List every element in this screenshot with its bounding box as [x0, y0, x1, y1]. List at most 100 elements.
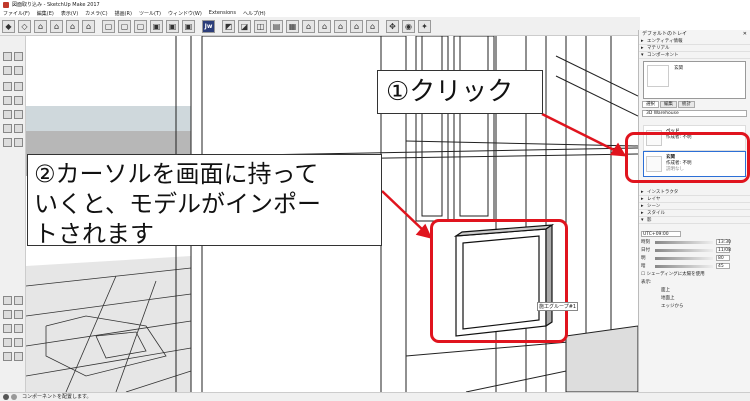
- house-left-icon[interactable]: ⌂: [366, 19, 379, 33]
- section-icon[interactable]: [3, 296, 12, 305]
- arc-icon[interactable]: [3, 124, 12, 133]
- menu-window[interactable]: ウィンドウ(W): [168, 10, 202, 17]
- line-icon[interactable]: [3, 82, 12, 91]
- panel-components[interactable]: コンポーネント: [639, 52, 750, 59]
- status-bar: コンポーネントを配置します。: [0, 392, 750, 401]
- step1-callout: ①クリック: [377, 70, 543, 114]
- shadow-settings: UTC+09:00 時刻 13:30 日付 11/08 明 80 暗 45 ☐ …: [641, 230, 749, 310]
- menu-camera[interactable]: カメラ(C): [85, 10, 107, 17]
- timezone-select[interactable]: UTC+09:00: [641, 231, 681, 237]
- arc2-icon[interactable]: [14, 124, 23, 133]
- left-view-icon[interactable]: ⌂: [82, 19, 95, 33]
- house-icon[interactable]: ⌂: [302, 19, 315, 33]
- jw-plugin-button[interactable]: Jw: [202, 19, 215, 33]
- warehouse-search-input[interactable]: 3D Warehouse: [642, 110, 747, 117]
- rotated-rect-icon[interactable]: [14, 96, 23, 105]
- textured-icon[interactable]: ▣: [166, 19, 179, 33]
- component-tool-icon[interactable]: [14, 66, 23, 75]
- tab-stats[interactable]: 統計: [678, 101, 695, 108]
- display-opt-edges[interactable]: エッジから: [661, 303, 684, 309]
- panel-instructor[interactable]: インストラクタ: [639, 189, 750, 196]
- zoom-icon[interactable]: [3, 324, 12, 333]
- date-value[interactable]: 11/08: [716, 247, 731, 253]
- layout-icon[interactable]: ▦: [286, 19, 299, 33]
- step2-line3: トされます: [34, 220, 154, 248]
- iso-view-icon[interactable]: ◆: [2, 19, 15, 33]
- time-value[interactable]: 13:30: [716, 239, 731, 245]
- default-tray: デフォルトのトレイ ✕ エンティティ情報 マテリアル コンポーネント 玄関 選択…: [638, 30, 750, 392]
- import-highlight-box: [430, 219, 568, 343]
- orbit-icon[interactable]: [3, 310, 12, 319]
- extension-icon[interactable]: ▤: [270, 19, 283, 33]
- axes-icon[interactable]: [14, 296, 23, 305]
- rectangle-icon[interactable]: [3, 96, 12, 105]
- menu-help[interactable]: ヘルプ(H): [243, 10, 266, 17]
- share-model-icon[interactable]: ◪: [238, 19, 251, 33]
- wireframe-icon[interactable]: ▢: [118, 19, 131, 33]
- app-icon: [3, 1, 9, 8]
- house-side-icon[interactable]: ⌂: [334, 19, 347, 33]
- light-slider[interactable]: [655, 256, 713, 260]
- menu-draw[interactable]: 描画(R): [115, 10, 132, 17]
- menu-file[interactable]: ファイル(F): [3, 10, 30, 17]
- monochrome-icon[interactable]: ▣: [182, 19, 195, 33]
- display-opt-faces[interactable]: 面上: [661, 287, 670, 293]
- panel-entity-info[interactable]: エンティティ情報: [639, 38, 750, 45]
- tray-header: デフォルトのトレイ ✕: [639, 30, 750, 38]
- dark-value[interactable]: 45: [716, 263, 730, 269]
- time-slider[interactable]: [655, 240, 713, 244]
- date-label: 日付: [641, 248, 650, 253]
- warehouse-icon[interactable]: ◩: [222, 19, 235, 33]
- right-view-icon[interactable]: ⌂: [50, 19, 63, 33]
- previous-view-icon[interactable]: [14, 338, 23, 347]
- tray-close-icon[interactable]: ✕: [743, 30, 747, 38]
- status-text: コンポーネントを配置します。: [22, 394, 92, 400]
- shaded-icon[interactable]: ▣: [150, 19, 163, 33]
- menu-extensions[interactable]: Extensions: [209, 10, 236, 16]
- main-toolbar: ◆ ◇ ⌂ ⌂ ⌂ ⌂ ▢ ▢ ▢ ▣ ▣ ▣ Jw ◩ ◪ ◫ ▤ ▦ ⌂ ⌂…: [0, 17, 640, 36]
- select-icon[interactable]: [3, 52, 12, 61]
- look-around-icon[interactable]: ◉: [402, 19, 415, 33]
- arc3-icon[interactable]: [14, 138, 23, 147]
- front-view-icon[interactable]: ⌂: [34, 19, 47, 33]
- menu-view[interactable]: 表示(V): [61, 10, 78, 17]
- pie-icon[interactable]: [3, 138, 12, 147]
- panel-layers[interactable]: レイヤ: [639, 196, 750, 203]
- geo-icon[interactable]: [11, 394, 17, 400]
- zoom-window-icon[interactable]: [14, 324, 23, 333]
- top-view-icon[interactable]: ◇: [18, 19, 31, 33]
- circle-icon[interactable]: [3, 110, 12, 119]
- walk-tool-icon[interactable]: [3, 352, 12, 361]
- display-label: 表示:: [641, 280, 652, 285]
- panel-materials[interactable]: マテリアル: [639, 45, 750, 52]
- paint-icon[interactable]: [3, 66, 12, 75]
- panel-scenes[interactable]: シーン: [639, 203, 750, 210]
- footprint-icon[interactable]: [14, 352, 23, 361]
- component-icon[interactable]: ◫: [254, 19, 267, 33]
- zoom-extents-icon[interactable]: [3, 338, 12, 347]
- tab-select[interactable]: 選択: [642, 101, 659, 108]
- info-icon[interactable]: [3, 394, 9, 400]
- menu-edit[interactable]: 編集(E): [37, 10, 54, 17]
- hidden-line-icon[interactable]: ▢: [134, 19, 147, 33]
- position-camera-icon[interactable]: ✦: [418, 19, 431, 33]
- dark-slider[interactable]: [655, 264, 713, 268]
- menu-tools[interactable]: ツール(T): [139, 10, 161, 17]
- panel-shadows[interactable]: 影: [639, 217, 750, 224]
- date-slider[interactable]: [655, 248, 713, 252]
- sun-checkbox-label: シェーディングに太陽を使用: [646, 272, 705, 277]
- walk-icon[interactable]: ✥: [386, 19, 399, 33]
- back-view-icon[interactable]: ⌂: [66, 19, 79, 33]
- house-back-icon[interactable]: ⌂: [350, 19, 363, 33]
- tab-edit[interactable]: 編集: [660, 101, 677, 108]
- eraser-icon[interactable]: [14, 52, 23, 61]
- panel-styles[interactable]: スタイル: [639, 210, 750, 217]
- pan-icon[interactable]: [14, 310, 23, 319]
- xray-icon[interactable]: ▢: [102, 19, 115, 33]
- light-value[interactable]: 80: [716, 255, 730, 261]
- display-opt-ground[interactable]: 地面上: [661, 295, 675, 301]
- preview-thumbnail: [647, 65, 669, 87]
- polygon-icon[interactable]: [14, 110, 23, 119]
- freehand-icon[interactable]: [14, 82, 23, 91]
- house-front-icon[interactable]: ⌂: [318, 19, 331, 33]
